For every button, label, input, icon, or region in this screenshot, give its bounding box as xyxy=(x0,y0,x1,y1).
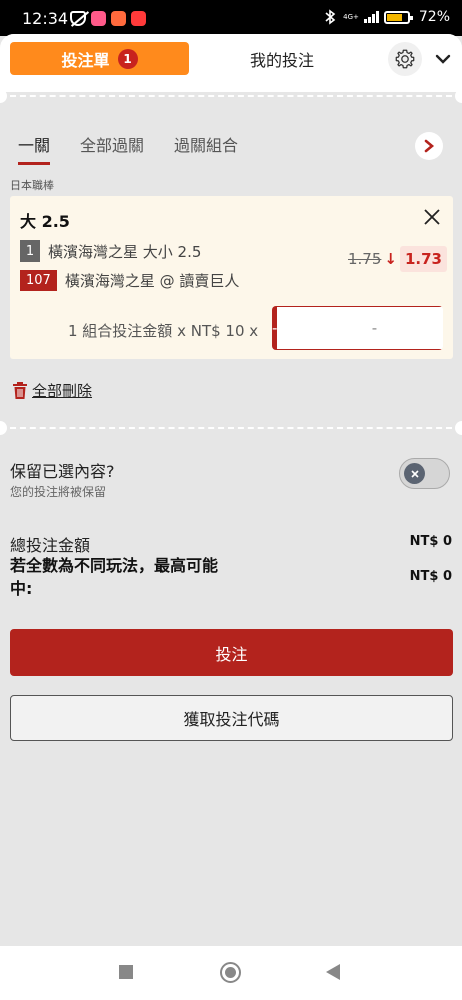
status-notifications xyxy=(70,11,146,26)
league-label: 日本職棒 xyxy=(10,179,54,192)
selection-text: 橫濱海灣之星 大小 2.5 xyxy=(48,242,202,261)
app-notification-icon xyxy=(91,11,106,26)
ticket-notch xyxy=(455,421,462,435)
selection-row: 1 橫濱海灣之星 大小 2.5 xyxy=(20,240,201,262)
back-button[interactable] xyxy=(326,964,340,980)
bet-slip-header: 投注單 1 我的投注 xyxy=(0,34,462,92)
battery-percent: 72% xyxy=(418,9,450,25)
close-icon xyxy=(424,209,440,225)
gear-icon xyxy=(395,49,415,69)
arrow-down-icon: ↓ xyxy=(384,250,397,268)
keep-selection-subtitle: 您的投注將被保留 xyxy=(10,485,107,499)
selection-number-tag: 1 xyxy=(20,240,40,262)
app-notification-icon xyxy=(131,11,146,26)
combo-stake-text: 1 組合投注金額 x NT$ 10 x xyxy=(68,322,259,340)
tab-my-bets[interactable]: 我的投注 xyxy=(222,42,342,75)
collapse-button[interactable] xyxy=(432,48,454,70)
status-bar: 12:34 4G+ 72% xyxy=(0,0,462,36)
bluetooth-icon xyxy=(325,9,336,25)
match-text: 橫濱海灣之星 @ 讀賣巨人 xyxy=(64,272,240,290)
delete-all-label: 全部刪除 xyxy=(32,382,93,400)
mute-icon xyxy=(70,11,86,26)
tab-single[interactable]: 一關 xyxy=(18,132,51,165)
tab-bet-slip-label: 投注單 xyxy=(61,50,110,70)
odds-display: 1.75 ↓ 1.73 xyxy=(348,246,447,272)
system-nav-bar xyxy=(0,946,462,1000)
bet-market-title: 大 2.5 xyxy=(20,212,70,231)
get-bet-code-button[interactable]: 獲取投注代碼 xyxy=(10,695,453,741)
network-label: 4G+ xyxy=(343,12,359,21)
max-win-label: 若全數為不同玩法，最高可能中: xyxy=(10,556,219,598)
tab-parlay-combo[interactable]: 過關組合 xyxy=(174,132,238,165)
new-odds: 1.73 xyxy=(399,246,447,272)
keep-selection-title: 保留已選內容? xyxy=(10,462,115,481)
divider xyxy=(10,95,452,97)
tab-all-parlay[interactable]: 全部過關 xyxy=(80,132,144,165)
delete-all-button[interactable]: 全部刪除 xyxy=(12,380,92,401)
stake-input[interactable] xyxy=(277,306,443,350)
stake-stepper: - + xyxy=(272,306,443,350)
tabs-next-button[interactable] xyxy=(415,132,443,160)
home-button[interactable] xyxy=(220,962,241,983)
bet-card: 大 2.5 1 橫濱海灣之星 大小 2.5 107 橫濱海灣之星 @ 讀賣巨人 … xyxy=(10,196,453,359)
ticket-notch xyxy=(0,421,7,435)
bet-slip-sheet: 投注單 1 我的投注 一關 全部過關 過關組合 日本職棒 大 2.5 1 橫濱海… xyxy=(0,34,462,946)
bet-type-tabs: 一關 全部過關 過關組合 xyxy=(18,132,268,165)
ticket-notch xyxy=(455,89,462,103)
toggle-off-icon xyxy=(404,463,425,484)
app-notification-icon xyxy=(111,11,126,26)
status-time: 12:34 xyxy=(22,9,69,28)
max-win-value: NT$ 0 xyxy=(409,569,452,584)
chevron-right-icon xyxy=(424,139,435,153)
keep-selection-toggle[interactable] xyxy=(399,458,450,489)
status-right: 4G+ 72% xyxy=(322,9,450,25)
tab-bet-slip[interactable]: 投注單 1 xyxy=(10,42,189,75)
place-bet-button[interactable]: 投注 xyxy=(10,629,453,676)
settings-button[interactable] xyxy=(388,42,422,76)
battery-icon xyxy=(383,10,413,24)
total-stake-value: NT$ 0 xyxy=(409,534,452,549)
signal-icon xyxy=(363,11,379,23)
bet-count-badge: 1 xyxy=(117,48,138,69)
total-stake-label: 總投注金額 xyxy=(10,536,91,555)
trash-icon xyxy=(13,381,27,399)
divider xyxy=(10,427,452,429)
recents-button[interactable] xyxy=(119,965,133,979)
chevron-down-icon xyxy=(435,54,451,64)
remove-bet-button[interactable] xyxy=(421,206,443,228)
old-odds: 1.75 xyxy=(348,250,382,268)
event-id-tag: 107 xyxy=(20,270,57,291)
match-row: 107 橫濱海灣之星 @ 讀賣巨人 xyxy=(20,270,239,291)
